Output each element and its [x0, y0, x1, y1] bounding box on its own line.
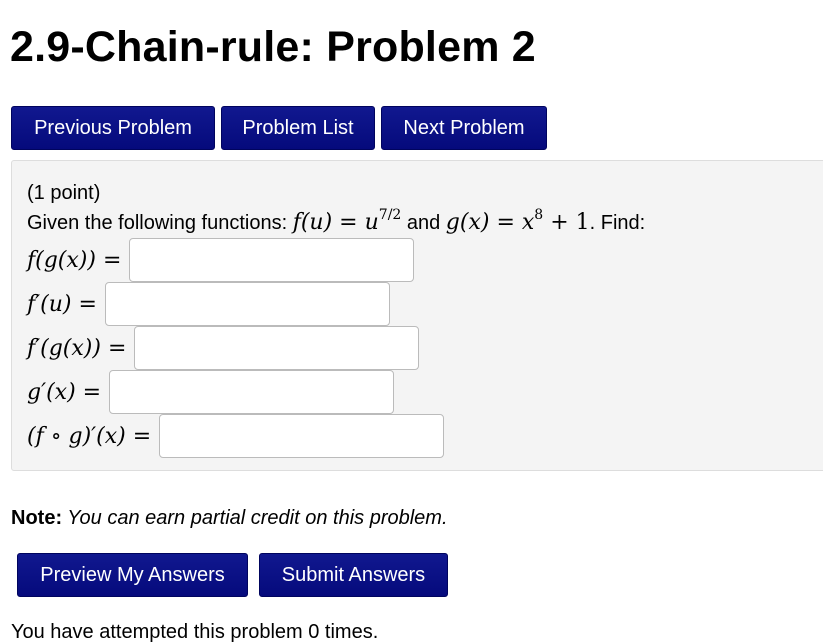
answer-row-f-prime-u: f′(u) =	[27, 282, 390, 326]
answer-row-composite-derivative: (f ∘ g)′(x) =	[27, 414, 445, 458]
attempts-status: You have attempted this problem 0 times.	[11, 621, 379, 643]
answer-label-g-prime-x: g′(x) =	[27, 379, 102, 405]
note-text: You can earn partial credit on this prob…	[62, 507, 448, 529]
problem-panel: (1 point) Given the following functions:…	[11, 160, 823, 471]
g-exponent: 8	[534, 207, 544, 223]
answer-row-f-of-g: f(g(x)) =	[27, 238, 415, 282]
given-prefix: Given the following functions:	[27, 212, 293, 234]
answer-label-f-of-g: f(g(x)) =	[27, 247, 122, 273]
problem-list-button[interactable]: Problem List	[221, 106, 375, 150]
submit-bar: Preview My Answers Submit Answers	[17, 553, 448, 597]
preview-answers-button[interactable]: Preview My Answers	[17, 553, 248, 597]
partial-credit-note: Note: You can earn partial credit on thi…	[11, 506, 448, 530]
f-definition: f(u) = u7/2	[292, 207, 402, 235]
find-text: . Find:	[589, 212, 646, 234]
page-title: 2.9-Chain-rule: Problem 2	[10, 23, 536, 71]
note-label: Note:	[11, 507, 63, 529]
previous-problem-button[interactable]: Previous Problem	[11, 106, 215, 150]
answer-input-f-of-g[interactable]	[129, 238, 415, 282]
problem-statement: Given the following functions: f(u) = u7…	[27, 207, 646, 237]
answer-input-f-prime-u[interactable]	[104, 282, 390, 326]
f-exponent: 7/2	[378, 207, 402, 223]
g-definition: g(x) = x8 + 1	[445, 207, 590, 235]
answer-label-f-prime-g: f′(g(x)) =	[27, 335, 127, 361]
answer-input-g-prime-x[interactable]	[109, 370, 395, 414]
next-problem-button[interactable]: Next Problem	[381, 106, 547, 150]
answer-input-f-prime-g[interactable]	[134, 326, 420, 370]
points-label: (1 point)	[27, 182, 101, 204]
answer-row-g-prime-x: g′(x) =	[27, 370, 395, 414]
answer-label-f-prime-u: f′(u) =	[27, 291, 97, 317]
submit-answers-button[interactable]: Submit Answers	[259, 553, 448, 597]
problem-navigation: Previous Problem Problem List Next Probl…	[11, 106, 547, 150]
answer-input-composite-derivative[interactable]	[159, 414, 445, 458]
answer-label-composite-derivative: (f ∘ g)′(x) =	[27, 423, 152, 449]
answer-row-f-prime-g: f′(g(x)) =	[27, 326, 420, 370]
and-text: and	[401, 212, 446, 234]
